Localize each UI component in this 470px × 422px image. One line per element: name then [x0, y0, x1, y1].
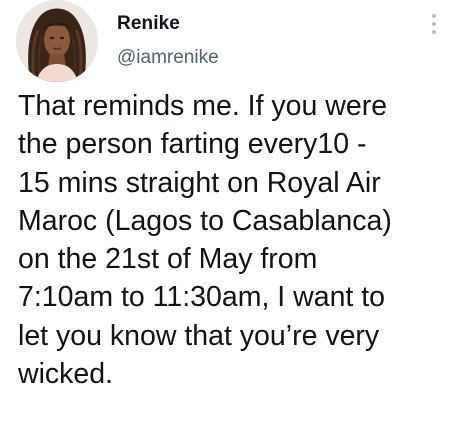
dot	[432, 30, 436, 34]
user-handle[interactable]: @iamrenike	[117, 47, 219, 69]
tweet-text-line: That reminds me. If you were	[18, 90, 388, 122]
display-name[interactable]: Renike	[117, 13, 180, 35]
profile-photo-icon	[16, 0, 98, 82]
tweet-text-line: Maroc (Lagos to Casablanca)	[18, 204, 392, 237]
tweet-text-line: the person farting every10 -	[18, 128, 367, 161]
tweet-text: That reminds me. If you were the person …	[18, 87, 463, 393]
tweet-text-line: wicked.	[18, 358, 114, 391]
tweet-text-line: on the 21st of May from	[18, 243, 318, 276]
avatar[interactable]	[16, 0, 98, 82]
more-options-icon[interactable]	[426, 10, 442, 38]
dot	[432, 14, 436, 18]
tweet-text-line: 15 mins straight on Royal Air	[18, 166, 381, 199]
dot	[432, 22, 436, 26]
tweet-card: Renike @iamrenike That reminds me. If yo…	[0, 0, 470, 422]
tweet-text-line: let you know that you’re very	[18, 319, 380, 352]
tweet-text-line: 7:10am to 11:30am, I want to	[18, 281, 386, 314]
